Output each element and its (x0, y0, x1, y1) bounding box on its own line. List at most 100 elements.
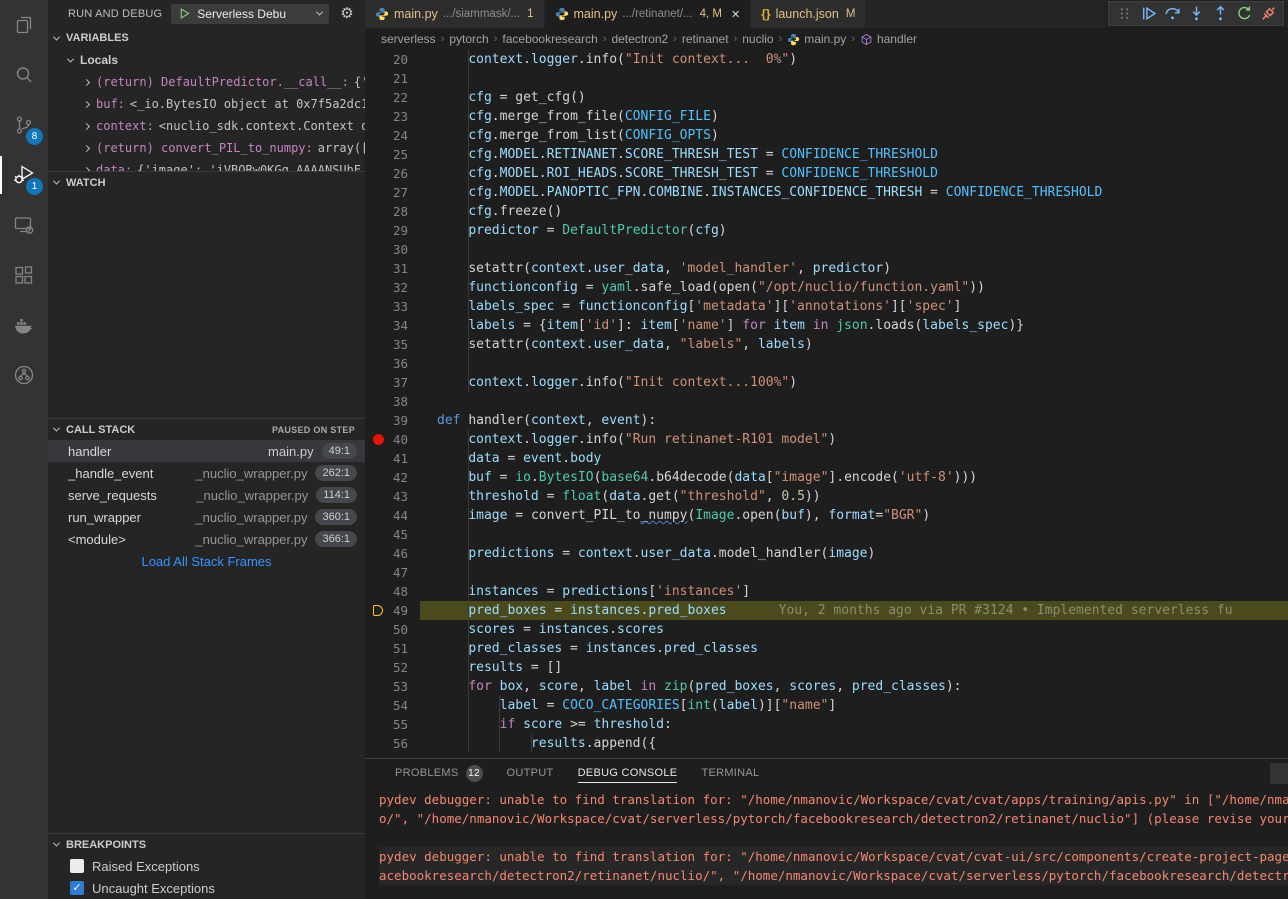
gutter[interactable]: 35 (365, 335, 420, 354)
gutter[interactable]: 23 (365, 107, 420, 126)
gutter[interactable]: 30 (365, 240, 420, 259)
gutter[interactable]: 37 (365, 373, 420, 392)
breadcrumb-item[interactable]: main.py (787, 32, 846, 46)
gutter[interactable]: 24 (365, 126, 420, 145)
activity-item-run-and-debug[interactable]: 1 (0, 150, 48, 200)
drag-grip-button[interactable] (1112, 3, 1136, 25)
code-text[interactable]: setattr(context.user_data, 'model_handle… (420, 259, 1288, 278)
continue-button[interactable] (1136, 3, 1160, 25)
call-stack-frame[interactable]: handlermain.py49:1 (48, 440, 365, 462)
panel-tab-problems[interactable]: PROBLEMS12 (383, 759, 495, 787)
restart-button[interactable] (1232, 3, 1256, 25)
gutter[interactable]: 53 (365, 677, 420, 696)
breadcrumb-item[interactable]: retinanet (682, 32, 729, 46)
load-all-stack-frames-link[interactable]: Load All Stack Frames (48, 550, 365, 572)
breadcrumb-item[interactable]: nuclio (742, 32, 773, 46)
activity-item-extensions[interactable] (0, 250, 48, 300)
gear-icon[interactable]: ⚙ (340, 6, 353, 21)
code-text[interactable]: buf = io.BytesIO(base64.b64decode(data["… (420, 468, 1288, 487)
gutter[interactable]: 39 (365, 411, 420, 430)
call-stack-section-header[interactable]: CALL STACK PAUSED ON STEP (48, 418, 365, 440)
activity-item-remote-explorer[interactable] (0, 200, 48, 250)
gutter[interactable]: 45 (365, 525, 420, 544)
activity-item-docker[interactable] (0, 300, 48, 350)
debug-console-output[interactable]: pydev debugger: unable to find translati… (365, 787, 1288, 885)
code-text[interactable] (420, 354, 1288, 373)
gutter[interactable]: 28 (365, 202, 420, 221)
breakpoint-icon[interactable] (373, 434, 384, 445)
code-editor[interactable]: 20 context.logger.info("Init context... … (365, 50, 1288, 758)
activity-item-search[interactable] (0, 50, 48, 100)
code-text[interactable]: cfg.MODEL.PANOPTIC_FPN.COMBINE.INSTANCES… (420, 183, 1288, 202)
breadcrumb-item[interactable]: detectron2 (611, 32, 668, 46)
code-text[interactable]: cfg.merge_from_list(CONFIG_OPTS) (420, 126, 1288, 145)
code-text[interactable]: predictions = context.user_data.model_ha… (420, 544, 1288, 563)
checkbox-checked[interactable]: ✓ (70, 881, 84, 895)
call-stack-frame[interactable]: run_wrapper_nuclio_wrapper.py360:1 (48, 506, 365, 528)
gutter[interactable]: 52 (365, 658, 420, 677)
breakpoint-row[interactable]: ✓Uncaught Exceptions (48, 877, 365, 899)
gutter[interactable]: 44 (365, 506, 420, 525)
code-text[interactable]: labels_spec = functionconfig['metadata']… (420, 297, 1288, 316)
code-text[interactable]: results = [] (420, 658, 1288, 677)
code-text[interactable]: threshold = float(data.get("threshold", … (420, 487, 1288, 506)
step-into-button[interactable] (1184, 3, 1208, 25)
code-text[interactable]: if score >= threshold: (420, 715, 1288, 734)
gutter[interactable]: 41 (365, 449, 420, 468)
gutter[interactable]: 50 (365, 620, 420, 639)
variable-row[interactable]: buf:<_io.BytesIO object at 0x7f5a2dc1ecc… (48, 93, 365, 115)
panel-tab-output[interactable]: OUTPUT (495, 759, 566, 787)
gutter[interactable]: 54 (365, 696, 420, 715)
breadcrumb-item[interactable]: facebookresearch (502, 32, 597, 46)
gutter[interactable]: 49 (365, 601, 420, 620)
watch-section-header[interactable]: WATCH (48, 171, 365, 193)
checkbox-unchecked[interactable] (70, 859, 84, 873)
gutter[interactable]: 46 (365, 544, 420, 563)
gutter[interactable]: 55 (365, 715, 420, 734)
code-text[interactable]: for box, score, label in zip(pred_boxes,… (420, 677, 1288, 696)
code-text[interactable]: pred_classes = instances.pred_classes (420, 639, 1288, 658)
gutter[interactable]: 25 (365, 145, 420, 164)
gutter[interactable]: 20 (365, 50, 420, 69)
code-text[interactable]: context.logger.info("Init context... 0%"… (420, 50, 1288, 69)
gutter[interactable]: 51 (365, 639, 420, 658)
editor-tab[interactable]: main.py.../retinanet/...4, M✕ (545, 0, 752, 28)
code-text[interactable]: label = COCO_CATEGORIES[int(label)]["nam… (420, 696, 1288, 715)
editor-tab[interactable]: {}launch.jsonM (751, 0, 866, 28)
code-text[interactable]: cfg.MODEL.ROI_HEADS.SCORE_THRESH_TEST = … (420, 164, 1288, 183)
call-stack-frame[interactable]: serve_requests_nuclio_wrapper.py114:1 (48, 484, 365, 506)
gutter[interactable]: 40 (365, 430, 420, 449)
breadcrumb-item[interactable]: handler (860, 32, 917, 46)
gutter[interactable]: 26 (365, 164, 420, 183)
code-text[interactable] (420, 525, 1288, 544)
code-text[interactable]: cfg.MODEL.RETINANET.SCORE_THRESH_TEST = … (420, 145, 1288, 164)
breakpoint-row[interactable]: Raised Exceptions (48, 855, 365, 877)
variable-row[interactable]: (return) convert_PIL_to_numpy:array([[[ … (48, 137, 365, 159)
gutter[interactable]: 22 (365, 88, 420, 107)
breakpoints-section-header[interactable]: BREAKPOINTS (48, 833, 365, 855)
gutter[interactable]: 32 (365, 278, 420, 297)
code-text[interactable]: context.logger.info("Init context...100%… (420, 373, 1288, 392)
step-over-button[interactable] (1160, 3, 1184, 25)
gutter[interactable]: 27 (365, 183, 420, 202)
code-text[interactable]: setattr(context.user_data, "labels", lab… (420, 335, 1288, 354)
panel-tab-debug-console[interactable]: DEBUG CONSOLE (566, 759, 690, 787)
call-stack-frame[interactable]: <module>_nuclio_wrapper.py366:1 (48, 528, 365, 550)
variable-row[interactable]: context:<nuclio_sdk.context.Context obje… (48, 115, 365, 137)
code-text[interactable]: context.logger.info("Run retinanet-R101 … (420, 430, 1288, 449)
code-text[interactable]: cfg = get_cfg() (420, 88, 1288, 107)
activity-item-source-control[interactable]: 8 (0, 100, 48, 150)
call-stack-frame[interactable]: _handle_event_nuclio_wrapper.py262:1 (48, 462, 365, 484)
gutter[interactable]: 56 (365, 734, 420, 753)
code-text[interactable]: functionconfig = yaml.safe_load(open("/o… (420, 278, 1288, 297)
code-text[interactable]: def handler(context, event): (420, 411, 1288, 430)
gutter[interactable]: 33 (365, 297, 420, 316)
gutter[interactable]: 43 (365, 487, 420, 506)
variable-row[interactable]: (return) DefaultPredictor.__call__:{'ins… (48, 71, 365, 93)
code-text[interactable]: cfg.freeze() (420, 202, 1288, 221)
code-text[interactable]: scores = instances.scores (420, 620, 1288, 639)
close-icon[interactable]: ✕ (731, 8, 740, 21)
debug-config-dropdown[interactable]: Serverless Debu (171, 4, 329, 24)
start-debug-icon[interactable] (178, 7, 191, 20)
activity-item-explorer[interactable] (0, 0, 48, 50)
